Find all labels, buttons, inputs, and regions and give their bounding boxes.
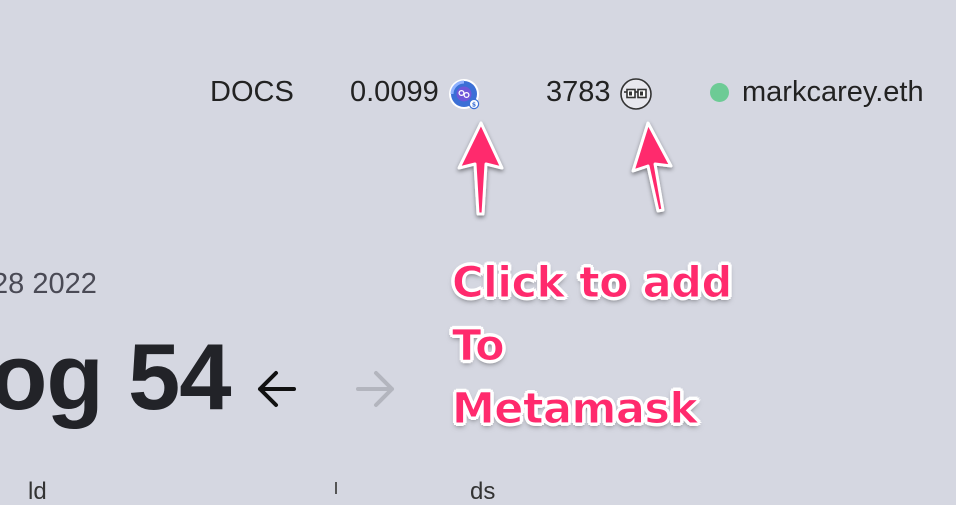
- eth-balance-value: 0.0099: [350, 75, 439, 108]
- annotation-callout: Click to add To Metamask: [452, 252, 733, 441]
- bottom-left-label: ld: [28, 478, 47, 505]
- eth-balance-button[interactable]: 0.0099 $: [350, 70, 480, 114]
- svg-text:$: $: [472, 101, 476, 108]
- annotation-line-2: To: [452, 321, 506, 372]
- auction-title: og 54: [0, 324, 232, 429]
- auction-date: 28 2022: [0, 268, 97, 300]
- arrow-to-eth-icon: [457, 121, 504, 216]
- account-button[interactable]: markcarey.eth: [710, 70, 924, 114]
- connected-status-dot: [710, 82, 729, 102]
- annotation-line-1: Click to add: [452, 258, 733, 309]
- eth-token-icon[interactable]: $: [448, 78, 480, 110]
- bottom-right-label: ds: [470, 478, 496, 505]
- arrow-to-noggles-icon: [631, 121, 673, 213]
- account-name: markcarey.eth: [742, 75, 924, 108]
- arrow-right-icon[interactable]: [346, 360, 404, 418]
- arrow-left-icon[interactable]: [248, 360, 306, 418]
- annotation-line-3: Metamask: [452, 384, 699, 435]
- docs-link[interactable]: DOCS: [210, 70, 294, 114]
- bottom-divider: [335, 482, 337, 494]
- noggles-token-icon[interactable]: [619, 77, 653, 111]
- top-nav: DOCS 0.0099 $ 3783 markcarey.eth: [0, 70, 956, 114]
- noun-balance-value: 3783: [546, 75, 611, 108]
- docs-label: DOCS: [210, 75, 294, 108]
- noun-balance-button[interactable]: 3783: [546, 70, 653, 114]
